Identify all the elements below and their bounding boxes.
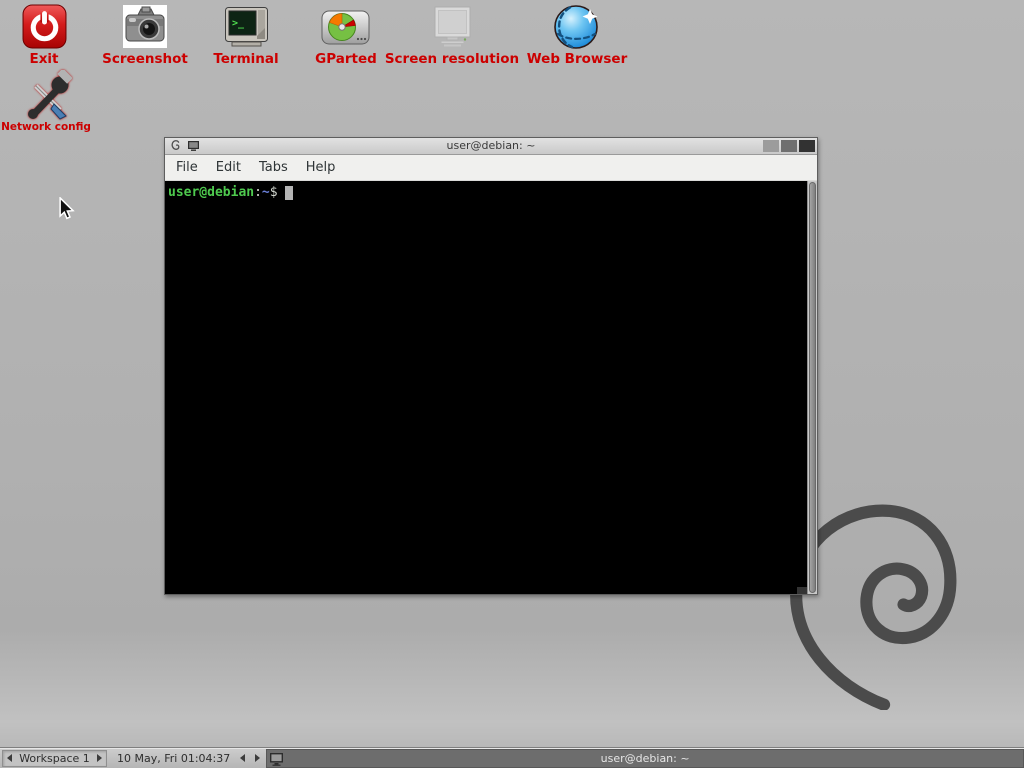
menu-tabs[interactable]: Tabs <box>250 156 297 179</box>
crt-terminal-icon: >_ <box>224 0 269 50</box>
window-menubar: File Edit Tabs Help <box>165 155 817 181</box>
icon-label: GParted <box>315 52 377 67</box>
prompt-path: ~ <box>262 185 270 200</box>
prompt-dollar: $ <box>270 185 278 200</box>
svg-text:>_: >_ <box>232 18 245 29</box>
icon-label: Network config <box>1 122 91 134</box>
workspace-next-icon[interactable] <box>97 754 102 762</box>
desktop-icon-network-config[interactable]: Network config <box>0 68 92 134</box>
desktop-icon-screen-resolution[interactable]: Screen resolution <box>387 0 517 67</box>
window-titlebar[interactable]: user@debian: ~ <box>165 138 817 155</box>
globe-icon <box>553 0 601 50</box>
menu-edit[interactable]: Edit <box>207 156 250 179</box>
maximize-button[interactable] <box>781 140 797 152</box>
shell-prompt: user@debian:~$ <box>168 185 293 200</box>
taskbar: Workspace 1 10 May, Fri 01:04:37 user@de… <box>0 747 1024 768</box>
desktop-icon-terminal[interactable]: >_ Terminal <box>196 0 296 67</box>
window-title: user@debian: ~ <box>165 138 817 154</box>
workspace-label: Workspace 1 <box>19 752 90 765</box>
tasklist-right-icon[interactable] <box>255 754 260 762</box>
workspace-pager[interactable]: Workspace 1 <box>2 750 107 767</box>
menu-file[interactable]: File <box>167 156 207 179</box>
debian-swirl-icon <box>170 139 181 152</box>
exit-power-icon <box>22 0 67 50</box>
monitor-icon <box>432 0 473 50</box>
resize-grip[interactable] <box>797 587 807 594</box>
tasklist-left-icon[interactable] <box>240 754 245 762</box>
tools-icon <box>20 68 72 120</box>
desktop-icon-gparted[interactable]: GParted <box>296 0 396 67</box>
terminal-screen[interactable]: user@debian:~$ <box>165 181 817 594</box>
workspace-prev-icon[interactable] <box>7 754 12 762</box>
mouse-cursor <box>58 197 77 224</box>
icon-label: Screenshot <box>102 52 188 67</box>
desktop-icon-web-browser[interactable]: Web Browser <box>522 0 632 67</box>
icon-label: Web Browser <box>527 52 627 67</box>
scrollbar-thumb[interactable] <box>809 182 816 593</box>
taskbar-clock: 10 May, Fri 01:04:37 <box>117 752 230 765</box>
desktop: { "desktop": { "icons": [ { "label": "Ex… <box>0 0 1024 768</box>
icon-label: Terminal <box>213 52 278 67</box>
close-button[interactable] <box>799 140 815 152</box>
terminal-window: user@debian: ~ File Edit Tabs Help user@… <box>164 137 818 595</box>
desktop-icon-exit[interactable]: Exit <box>4 0 84 67</box>
taskbar-window-button[interactable]: user@debian: ~ <box>266 749 1024 768</box>
terminal-app-icon <box>187 140 200 152</box>
menu-help[interactable]: Help <box>297 156 345 179</box>
minimize-button[interactable] <box>763 140 779 152</box>
camera-icon <box>120 0 170 50</box>
desktop-icon-screenshot[interactable]: Screenshot <box>95 0 195 67</box>
task-window-icon <box>269 752 284 766</box>
icon-label: Exit <box>29 52 58 67</box>
prompt-user-host: user@debian <box>168 185 254 200</box>
prompt-colon: : <box>254 185 262 200</box>
task-title: user@debian: ~ <box>601 752 690 765</box>
icon-label: Screen resolution <box>385 52 519 67</box>
terminal-cursor <box>285 186 293 200</box>
terminal-scrollbar[interactable] <box>807 181 817 594</box>
disk-partition-icon <box>320 0 372 50</box>
tasklist-scroll <box>240 754 260 762</box>
